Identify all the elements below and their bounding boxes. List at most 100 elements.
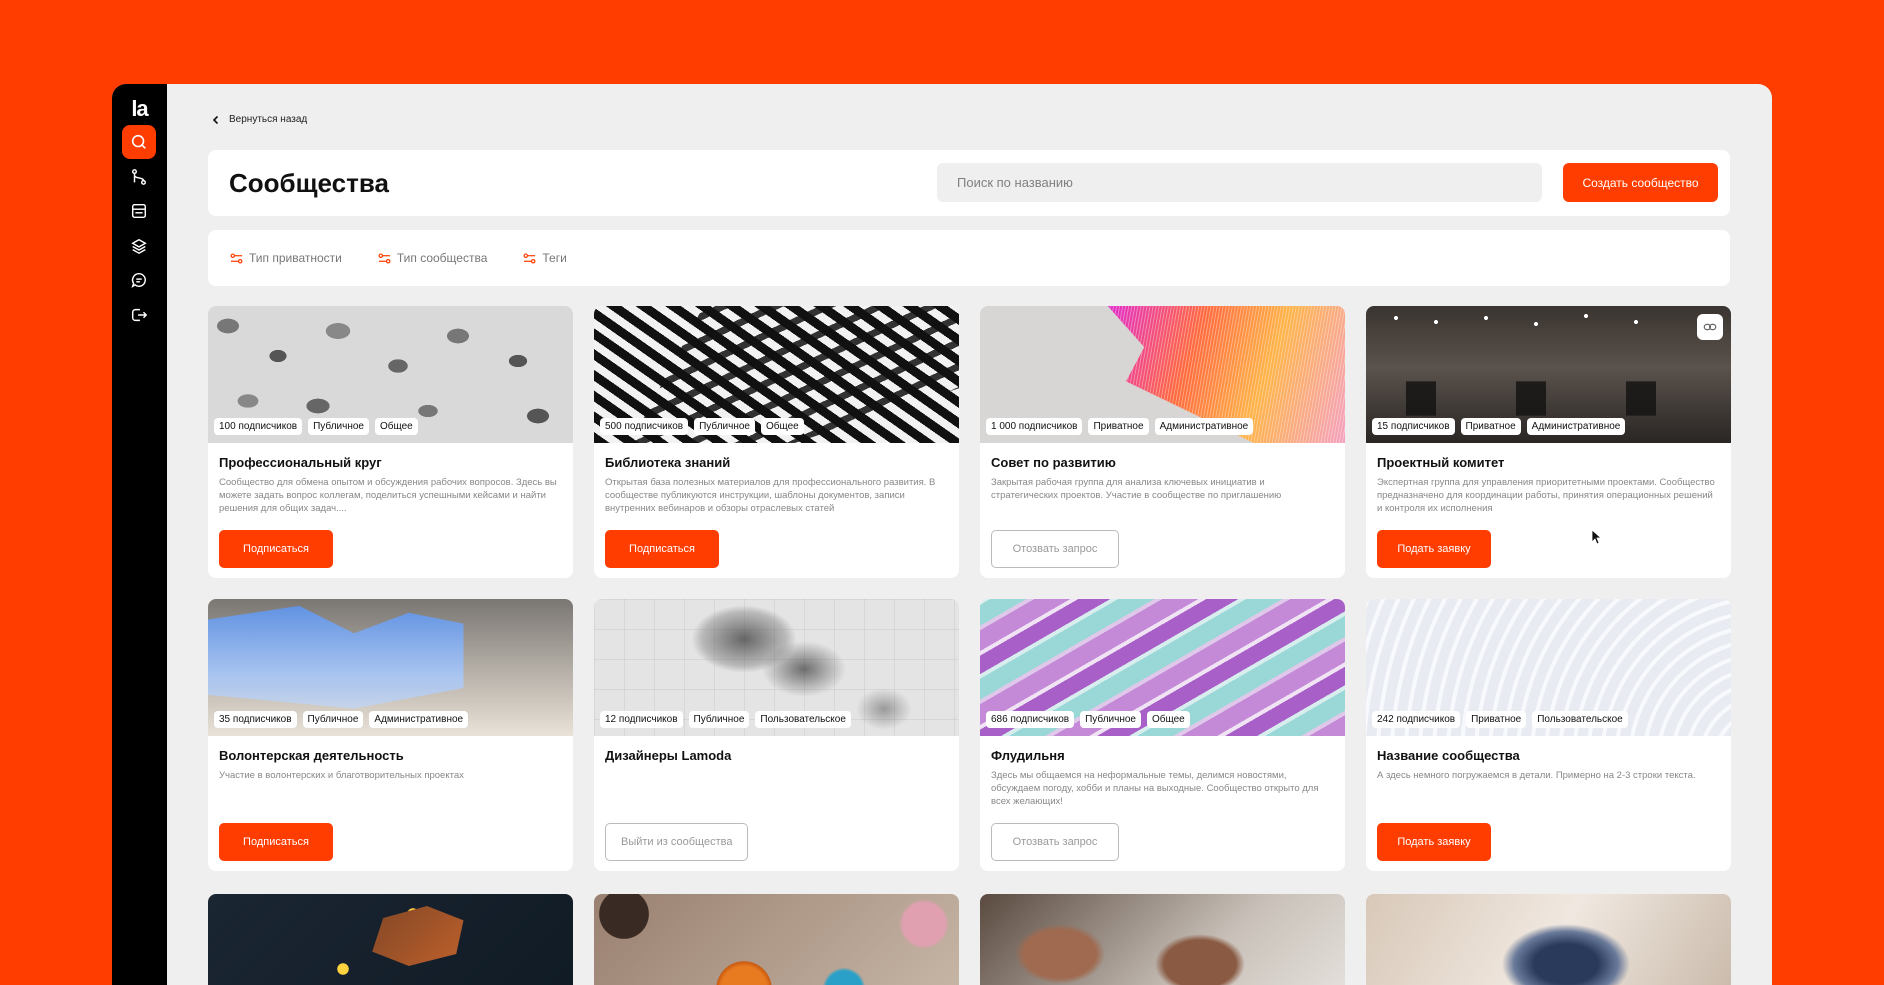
community-card: 686 подписчиков Публичное Общее Флудильн… (980, 599, 1345, 871)
card-description: Участие в волонтерских и благотворительн… (219, 770, 464, 781)
community-card (594, 894, 959, 985)
card-image: 15 подписчиков Приватное Административно… (1366, 306, 1731, 443)
card-image: 1 000 подписчиков Приватное Администрати… (980, 306, 1345, 443)
page-header: Сообщества Создать сообщество (208, 150, 1730, 216)
tag-subscribers: 100 подписчиков (214, 418, 303, 435)
tag-type: Общее (1146, 711, 1190, 728)
tag-type: Административное (369, 711, 469, 728)
card-title: Название сообщества (1377, 748, 1520, 763)
filter-tags[interactable]: Теги (523, 251, 567, 265)
community-card: 15 подписчиков Приватное Административно… (1366, 306, 1731, 578)
tag-privacy: Публичное (694, 418, 755, 435)
card-title: Проектный комитет (1377, 455, 1505, 470)
community-card (208, 894, 573, 985)
search-input[interactable] (937, 163, 1542, 202)
card-tags: 686 подписчиков Публичное Общее (986, 711, 1190, 728)
card-tags: 1 000 подписчиков Приватное Администрати… (986, 418, 1254, 435)
tag-subscribers: 500 подписчиков (600, 418, 689, 435)
sidebar: la (112, 84, 167, 985)
chat-icon (131, 272, 146, 288)
subscribe-button[interactable]: Подписаться (219, 530, 333, 568)
tag-subscribers: 15 подписчиков (1372, 418, 1455, 435)
main-content: Вернуться назад Сообщества Создать сообщ… (167, 84, 1772, 985)
card-tags: 15 подписчиков Приватное Административно… (1372, 418, 1626, 435)
filter-label: Тип приватности (249, 251, 342, 265)
card-title: Флудильня (991, 748, 1065, 763)
card-image (1366, 894, 1731, 985)
community-card (980, 894, 1345, 985)
card-image: 686 подписчиков Публичное Общее (980, 599, 1345, 736)
tag-type: Административное (1526, 418, 1626, 435)
tag-subscribers: 242 подписчиков (1372, 711, 1461, 728)
tag-type: Пользовательское (1532, 711, 1628, 728)
layers-icon (131, 238, 147, 255)
tag-privacy: Публичное (308, 418, 369, 435)
nav-calendar[interactable] (122, 194, 156, 228)
tag-subscribers: 686 подписчиков (986, 711, 1075, 728)
card-title: Совет по развитию (991, 455, 1116, 470)
filter-icon (230, 252, 243, 264)
card-description: Сообщество для обмена опытом и обсуждени… (219, 477, 557, 514)
page-title: Сообщества (229, 168, 389, 198)
card-title: Библиотека знаний (605, 455, 731, 470)
card-tags: 100 подписчиков Публичное Общее (214, 418, 418, 435)
card-description: Закрытая рабочая группа для анализа ключ… (991, 477, 1282, 501)
withdraw-request-button[interactable]: Отозвать запрос (991, 530, 1119, 568)
card-image: 242 подписчиков Приватное Пользовательск… (1366, 599, 1731, 736)
back-link[interactable]: Вернуться назад (211, 114, 307, 125)
card-image: 12 подписчиков Публичное Пользовательско… (594, 599, 959, 736)
copy-link-button[interactable] (1697, 314, 1723, 340)
card-description: Открытая база полезных материалов для пр… (605, 477, 936, 514)
apply-button[interactable]: Подать заявку (1377, 823, 1491, 861)
filter-label: Тип сообщества (396, 251, 488, 265)
community-card: 1 000 подписчиков Приватное Администрати… (980, 306, 1345, 578)
card-description: А здесь немного погружаемся в детали. Пр… (1377, 770, 1696, 781)
card-title: Дизайнеры Lamoda (605, 748, 732, 763)
filter-icon (523, 252, 536, 264)
link-icon (1703, 323, 1717, 331)
tag-privacy: Приватное (1460, 418, 1521, 435)
nav-branch[interactable] (122, 160, 156, 194)
create-community-button[interactable]: Создать сообщество (1563, 163, 1718, 202)
branch-icon (131, 169, 147, 185)
leave-community-button[interactable]: Выйти из сообщества (605, 823, 749, 861)
card-tags: 500 подписчиков Публичное Общее (600, 418, 804, 435)
nav-logout[interactable] (122, 298, 156, 332)
withdraw-request-button[interactable]: Отозвать запрос (991, 823, 1119, 861)
subscribe-button[interactable]: Подписаться (219, 823, 333, 861)
tag-subscribers: 1 000 подписчиков (986, 418, 1083, 435)
community-card: 500 подписчиков Публичное Общее Библиоте… (594, 306, 959, 578)
community-card: 35 подписчиков Публичное Административно… (208, 599, 573, 871)
community-card: 100 подписчиков Публичное Общее Професси… (208, 306, 573, 578)
tag-subscribers: 12 подписчиков (600, 711, 683, 728)
card-tags: 12 подписчиков Публичное Пользовательско… (600, 711, 851, 728)
apply-button[interactable]: Подать заявку (1377, 530, 1491, 568)
card-image: 100 подписчиков Публичное Общее (208, 306, 573, 443)
card-image (208, 894, 573, 985)
logout-icon (131, 308, 148, 322)
back-label: Вернуться назад (229, 114, 308, 125)
tag-privacy: Публичное (302, 711, 364, 728)
tag-privacy: Публичное (1080, 711, 1141, 728)
tag-type: Общее (760, 418, 804, 435)
tag-privacy: Приватное (1088, 418, 1149, 435)
tag-subscribers: 35 подписчиков (214, 711, 297, 728)
tag-privacy: Публичное (688, 711, 750, 728)
app-window: la Вернуться назад Сообщества Создать со… (112, 84, 1772, 985)
mouse-cursor (1591, 529, 1603, 545)
tag-type: Пользовательское (755, 711, 851, 728)
card-description: Здесь мы общаемся на неформальные темы, … (991, 770, 1319, 807)
subscribe-button[interactable]: Подписаться (605, 530, 719, 568)
card-image (594, 894, 959, 985)
community-card: 242 подписчиков Приватное Пользовательск… (1366, 599, 1731, 871)
nav-search[interactable] (122, 125, 156, 159)
card-tags: 242 подписчиков Приватное Пользовательск… (1372, 711, 1628, 728)
card-image: 35 подписчиков Публичное Административно… (208, 599, 573, 736)
tag-type: Административное (1154, 418, 1254, 435)
filter-type[interactable]: Тип сообщества (378, 251, 488, 265)
filter-privacy[interactable]: Тип приватности (230, 251, 342, 265)
card-image: 500 подписчиков Публичное Общее (594, 306, 959, 443)
nav-chat[interactable] (122, 263, 156, 297)
nav-layers[interactable] (122, 229, 156, 263)
card-tags: 35 подписчиков Публичное Административно… (214, 711, 469, 728)
